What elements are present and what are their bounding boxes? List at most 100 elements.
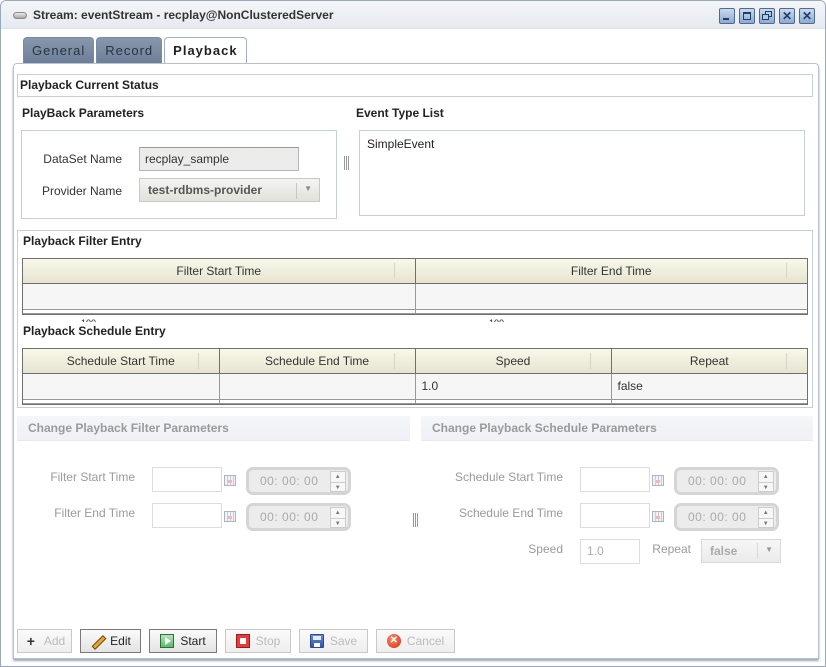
column-header-filter-end-time[interactable]: Filter End Time bbox=[415, 259, 807, 284]
select-separator bbox=[757, 543, 758, 559]
filter-end-time-spinner[interactable]: 00: 00: 00 ▲ ▼ bbox=[246, 503, 351, 531]
table-row[interactable] bbox=[23, 283, 807, 310]
spin-down-icon[interactable]: ▼ bbox=[759, 518, 773, 528]
column-header-schedule-start-time[interactable]: Schedule Start Time bbox=[23, 349, 220, 374]
minimize-icon bbox=[723, 18, 729, 20]
add-button-label: Add bbox=[43, 634, 66, 648]
calendar-icon[interactable] bbox=[224, 511, 236, 522]
repeat-select[interactable]: false ▼ bbox=[701, 539, 781, 563]
table-row[interactable]: 1.0 false bbox=[23, 373, 807, 400]
minimize-button[interactable] bbox=[719, 8, 735, 24]
table-filler bbox=[415, 399, 612, 404]
cell-repeat[interactable]: false bbox=[611, 373, 807, 400]
spin-up-icon[interactable]: ▲ bbox=[331, 472, 345, 482]
column-header-speed[interactable]: Speed bbox=[415, 349, 612, 374]
column-header-label: Schedule Start Time bbox=[66, 353, 175, 368]
schedule-entry-header: Playback Schedule Entry bbox=[23, 324, 166, 338]
cell-schedule-start-time[interactable] bbox=[23, 373, 220, 400]
cell-schedule-end-time[interactable] bbox=[219, 373, 416, 400]
spin-up-icon[interactable]: ▲ bbox=[759, 472, 773, 482]
schedule-end-time-value: 00: 00: 00 bbox=[688, 510, 747, 524]
provider-name-select[interactable]: test-rdbms-provider ▼ bbox=[139, 178, 320, 202]
save-button-label: Save bbox=[329, 634, 358, 648]
spin-up-icon[interactable]: ▲ bbox=[759, 508, 773, 518]
schedule-end-time-spinner[interactable]: 00: 00: 00 ▲ ▼ bbox=[674, 503, 779, 531]
vertical-splitter-handle[interactable] bbox=[413, 513, 418, 527]
table-filler bbox=[415, 309, 807, 314]
close-all-button[interactable]: ✕ bbox=[779, 8, 795, 24]
window-controls: ✕ ✕ bbox=[719, 8, 815, 24]
dataset-name-field[interactable]: recplay_sample bbox=[139, 147, 299, 171]
event-type-list-header: Event Type List bbox=[356, 106, 444, 120]
select-separator bbox=[296, 183, 297, 199]
start-button[interactable]: Start bbox=[149, 629, 217, 653]
title-bar[interactable]: Stream: eventStream - recplay@NonCluster… bbox=[1, 1, 825, 29]
column-resize-handle[interactable] bbox=[786, 263, 787, 279]
spin-up-icon[interactable]: ▲ bbox=[331, 508, 345, 518]
clipped-label-artifact: 100 bbox=[81, 316, 96, 322]
window-menu-icon[interactable] bbox=[13, 12, 27, 19]
spinner-buttons: ▲ ▼ bbox=[330, 507, 346, 528]
column-header-repeat[interactable]: Repeat bbox=[611, 349, 807, 374]
column-resize-handle[interactable] bbox=[197, 353, 199, 369]
tab-playback[interactable]: Playback bbox=[164, 37, 247, 64]
schedule-end-date-input[interactable] bbox=[580, 503, 650, 528]
change-filter-header: Change Playback Filter Parameters bbox=[17, 416, 410, 441]
maximize-button[interactable] bbox=[739, 8, 755, 24]
column-resize-handle[interactable] bbox=[786, 353, 787, 369]
cell-filter-start-time[interactable] bbox=[23, 283, 416, 310]
tab-record[interactable]: Record bbox=[96, 37, 163, 63]
calendar-icon[interactable] bbox=[652, 511, 664, 522]
column-resize-handle[interactable] bbox=[393, 263, 395, 279]
schedule-start-date-input[interactable] bbox=[580, 467, 650, 492]
spin-down-icon[interactable]: ▼ bbox=[331, 482, 345, 492]
add-button[interactable]: + Add bbox=[17, 629, 72, 653]
stop-icon bbox=[235, 634, 250, 648]
calendar-icon[interactable] bbox=[224, 475, 236, 486]
speed-input[interactable]: 1.0 bbox=[580, 539, 640, 564]
chevron-down-icon: ▼ bbox=[304, 184, 312, 193]
close-icon: ✕ bbox=[802, 9, 813, 23]
event-type-list[interactable]: SimpleEvent bbox=[359, 130, 805, 216]
filter-start-date-input[interactable] bbox=[152, 467, 222, 492]
column-header-filter-start-time[interactable]: Filter Start Time bbox=[23, 259, 416, 284]
save-button[interactable]: Save bbox=[299, 629, 368, 653]
close-button[interactable]: ✕ bbox=[799, 8, 815, 24]
tab-general[interactable]: General bbox=[23, 37, 95, 63]
restore-button[interactable] bbox=[759, 8, 775, 24]
filter-start-time-value: 00: 00: 00 bbox=[260, 474, 319, 488]
schedule-start-time-spinner[interactable]: 00: 00: 00 ▲ ▼ bbox=[674, 467, 779, 495]
plus-icon: + bbox=[26, 633, 35, 649]
playback-params-box bbox=[21, 130, 337, 219]
stop-button[interactable]: Stop bbox=[225, 629, 291, 653]
column-resize-handle[interactable] bbox=[589, 353, 591, 369]
table-filler bbox=[23, 309, 416, 314]
maximize-icon bbox=[743, 12, 751, 20]
spin-down-icon[interactable]: ▼ bbox=[759, 482, 773, 492]
cancel-button[interactable]: ✕ Cancel bbox=[376, 629, 455, 653]
cell-speed[interactable]: 1.0 bbox=[415, 373, 612, 400]
vertical-splitter-handle[interactable] bbox=[344, 156, 349, 170]
spin-down-icon[interactable]: ▼ bbox=[331, 518, 345, 528]
schedule-start-time-label: Schedule Start Time bbox=[454, 470, 563, 484]
repeat-label: Repeat bbox=[652, 542, 691, 556]
filter-end-date-input[interactable] bbox=[152, 503, 222, 528]
schedule-entry-table: Schedule Start Time Schedule End Time Sp… bbox=[22, 348, 808, 405]
edit-button[interactable]: Edit bbox=[80, 629, 141, 653]
tab-bar: General Record Playback bbox=[23, 37, 247, 64]
filter-start-time-spinner[interactable]: 00: 00: 00 ▲ ▼ bbox=[246, 467, 351, 495]
cell-filter-end-time[interactable] bbox=[415, 283, 807, 310]
floppy-disk-icon bbox=[309, 634, 324, 648]
event-type-item[interactable]: SimpleEvent bbox=[367, 137, 797, 151]
playback-params-header: PlayBack Parameters bbox=[22, 106, 145, 120]
column-resize-handle[interactable] bbox=[393, 353, 395, 369]
calendar-icon[interactable] bbox=[652, 475, 664, 486]
schedule-end-time-label: Schedule End Time bbox=[458, 506, 563, 520]
column-header-schedule-end-time[interactable]: Schedule End Time bbox=[219, 349, 416, 374]
edit-button-label: Edit bbox=[110, 634, 131, 648]
filter-entry-header: Playback Filter Entry bbox=[23, 234, 142, 248]
table-filler bbox=[219, 399, 416, 404]
play-icon bbox=[160, 634, 175, 648]
cancel-button-label: Cancel bbox=[406, 634, 445, 648]
repeat-value: false bbox=[710, 544, 738, 558]
